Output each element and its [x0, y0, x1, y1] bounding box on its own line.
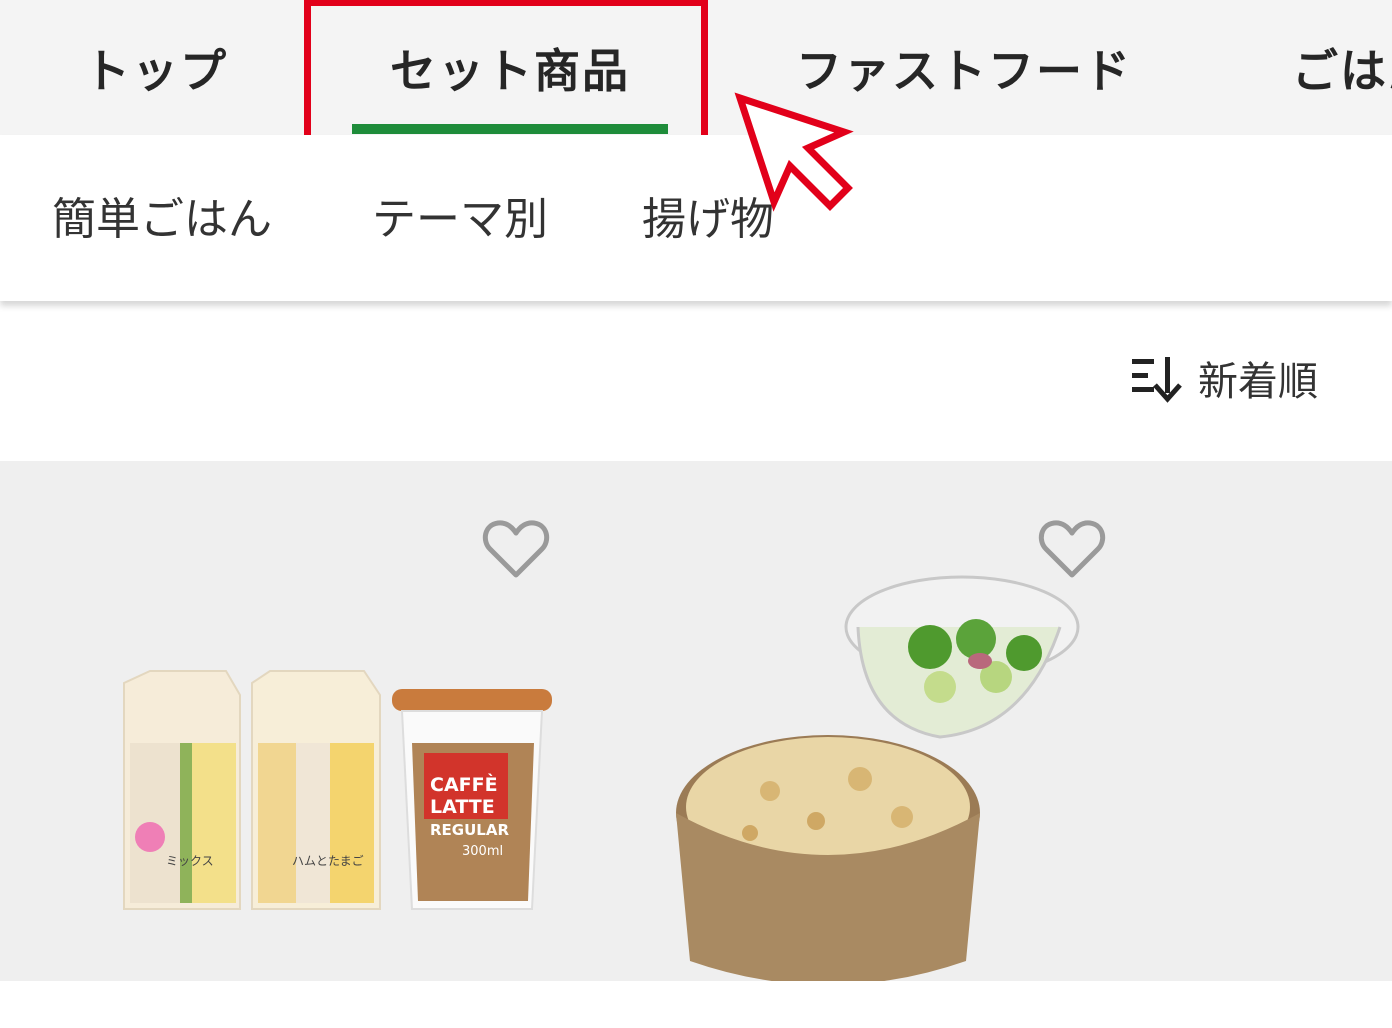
sandwich-label-2: ハムとたまご [292, 853, 364, 868]
category-tab-bar: トップ セット商品 ファストフード ごはん [0, 0, 1392, 135]
product-image-gratin-salad-set [676, 575, 1080, 981]
drink-volume: 300ml [462, 844, 503, 859]
sandwich-label-1: ミックス [166, 854, 214, 868]
drink-line-1: CAFFÈ [430, 773, 498, 796]
favorite-heart-icon[interactable] [480, 517, 552, 581]
subcategory-tab-bar: 簡単ごはん テーマ別 揚げ物 [0, 135, 1392, 301]
drink-line-3: REGULAR [430, 821, 509, 839]
tab-fast-food[interactable]: ファストフード [796, 0, 1132, 135]
product-card[interactable] [640, 461, 1196, 981]
tab-rice[interactable]: ごはん [1292, 0, 1392, 135]
tab-top[interactable]: トップ [84, 0, 228, 135]
favorite-heart-icon[interactable] [1036, 517, 1108, 581]
sort-descending-icon [1132, 357, 1182, 403]
product-card[interactable]: ミックス ハムとたまご CAFFÈ LATTE REGULAR 300ml [0, 461, 556, 981]
bottom-spacer [0, 981, 1392, 1028]
product-image-sandwich-coffee-set: ミックス ハムとたまご CAFFÈ LATTE REGULAR 300ml [123, 670, 552, 910]
subtab-by-theme[interactable]: テーマ別 [372, 135, 548, 295]
active-tab-underline [352, 124, 668, 134]
subtab-easy-meals[interactable]: 簡単ごはん [52, 135, 272, 295]
tab-set-items[interactable]: セット商品 [390, 0, 630, 135]
sort-row: 新着順 [0, 301, 1392, 461]
sort-button[interactable]: 新着順 [1130, 349, 1318, 407]
sort-label: 新着順 [1198, 359, 1318, 405]
product-grid: ミックス ハムとたまご CAFFÈ LATTE REGULAR 300ml [0, 461, 1392, 981]
drink-line-2: LATTE [430, 796, 495, 818]
subtab-fried-food[interactable]: 揚げ物 [642, 135, 774, 295]
